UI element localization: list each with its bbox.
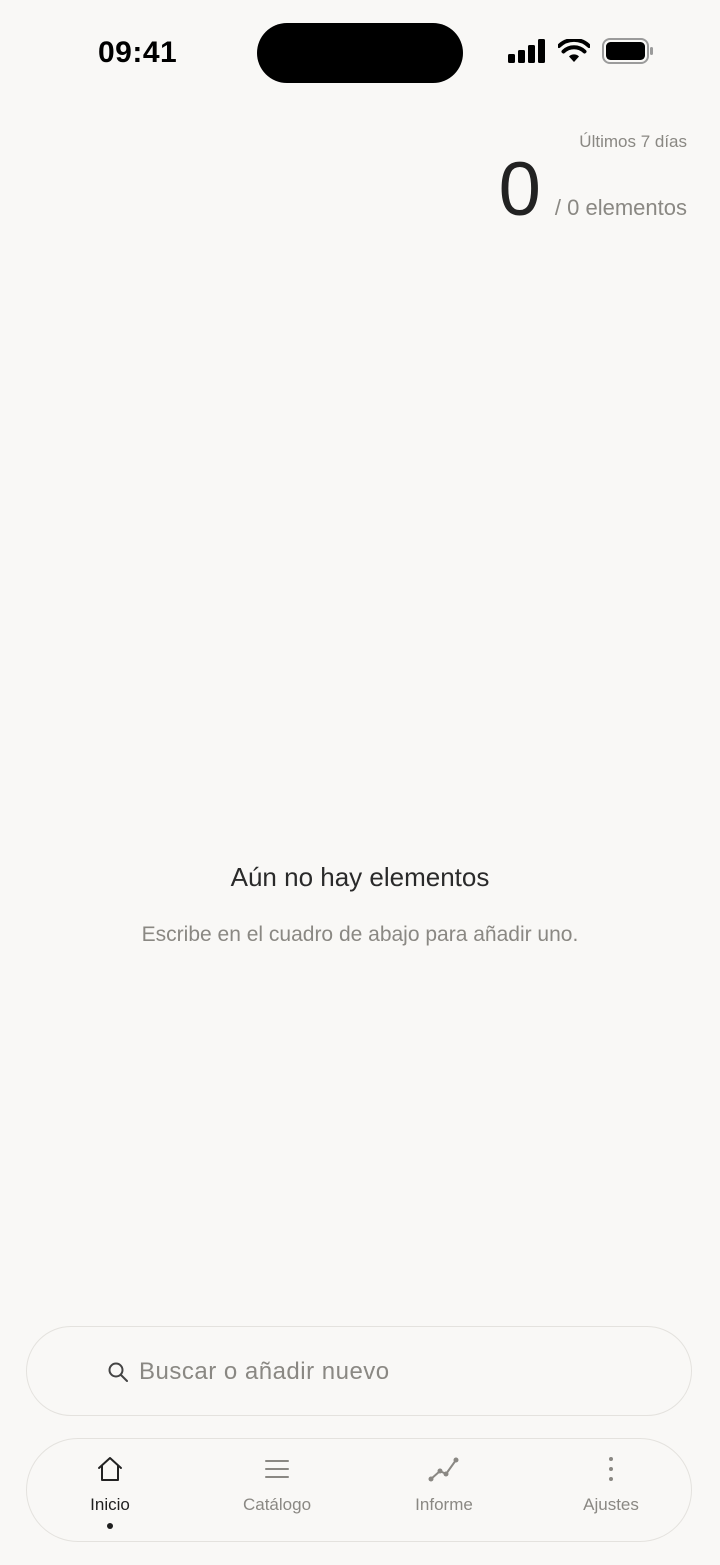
search-icon bbox=[107, 1361, 129, 1388]
search-input[interactable] bbox=[137, 1345, 661, 1399]
cellular-signal-icon bbox=[508, 39, 546, 63]
wifi-icon bbox=[558, 39, 590, 63]
tab-ajustes[interactable]: Ajustes bbox=[551, 1439, 671, 1541]
tab-label: Inicio bbox=[90, 1495, 130, 1514]
tab-inicio[interactable]: Inicio bbox=[50, 1439, 170, 1541]
empty-state-subtitle: Escribe en el cuadro de abajo para añadi… bbox=[141, 923, 579, 946]
bottom-tab-bar: Inicio Catálogo Informe Ajustes bbox=[26, 1438, 692, 1542]
list-icon bbox=[264, 1453, 290, 1485]
tab-label: Informe bbox=[415, 1495, 473, 1514]
item-count-summary: 0 / 0 elementos bbox=[499, 152, 687, 228]
tab-catalogo[interactable]: Catálogo bbox=[217, 1439, 337, 1541]
tab-informe[interactable]: Informe bbox=[384, 1439, 504, 1541]
battery-icon bbox=[602, 38, 654, 64]
active-indicator bbox=[107, 1523, 113, 1529]
tab-label: Ajustes bbox=[583, 1495, 639, 1514]
status-icons bbox=[508, 38, 654, 64]
item-total: / 0 elementos bbox=[554, 195, 687, 220]
dynamic-island bbox=[257, 23, 463, 83]
period-label: Últimos 7 días bbox=[579, 132, 687, 151]
search-bar[interactable] bbox=[26, 1326, 692, 1416]
tab-label: Catálogo bbox=[242, 1495, 312, 1514]
chart-line-icon bbox=[428, 1453, 460, 1485]
item-count: 0 bbox=[498, 147, 541, 232]
app-screen: 09:41 Últimos 7 días 0 / 0 elementos Aún… bbox=[0, 0, 720, 1565]
home-icon bbox=[95, 1453, 125, 1485]
status-time: 09:41 bbox=[98, 36, 178, 69]
more-vertical-icon bbox=[607, 1453, 615, 1485]
empty-state-title: Aún no hay elementos bbox=[230, 862, 490, 892]
